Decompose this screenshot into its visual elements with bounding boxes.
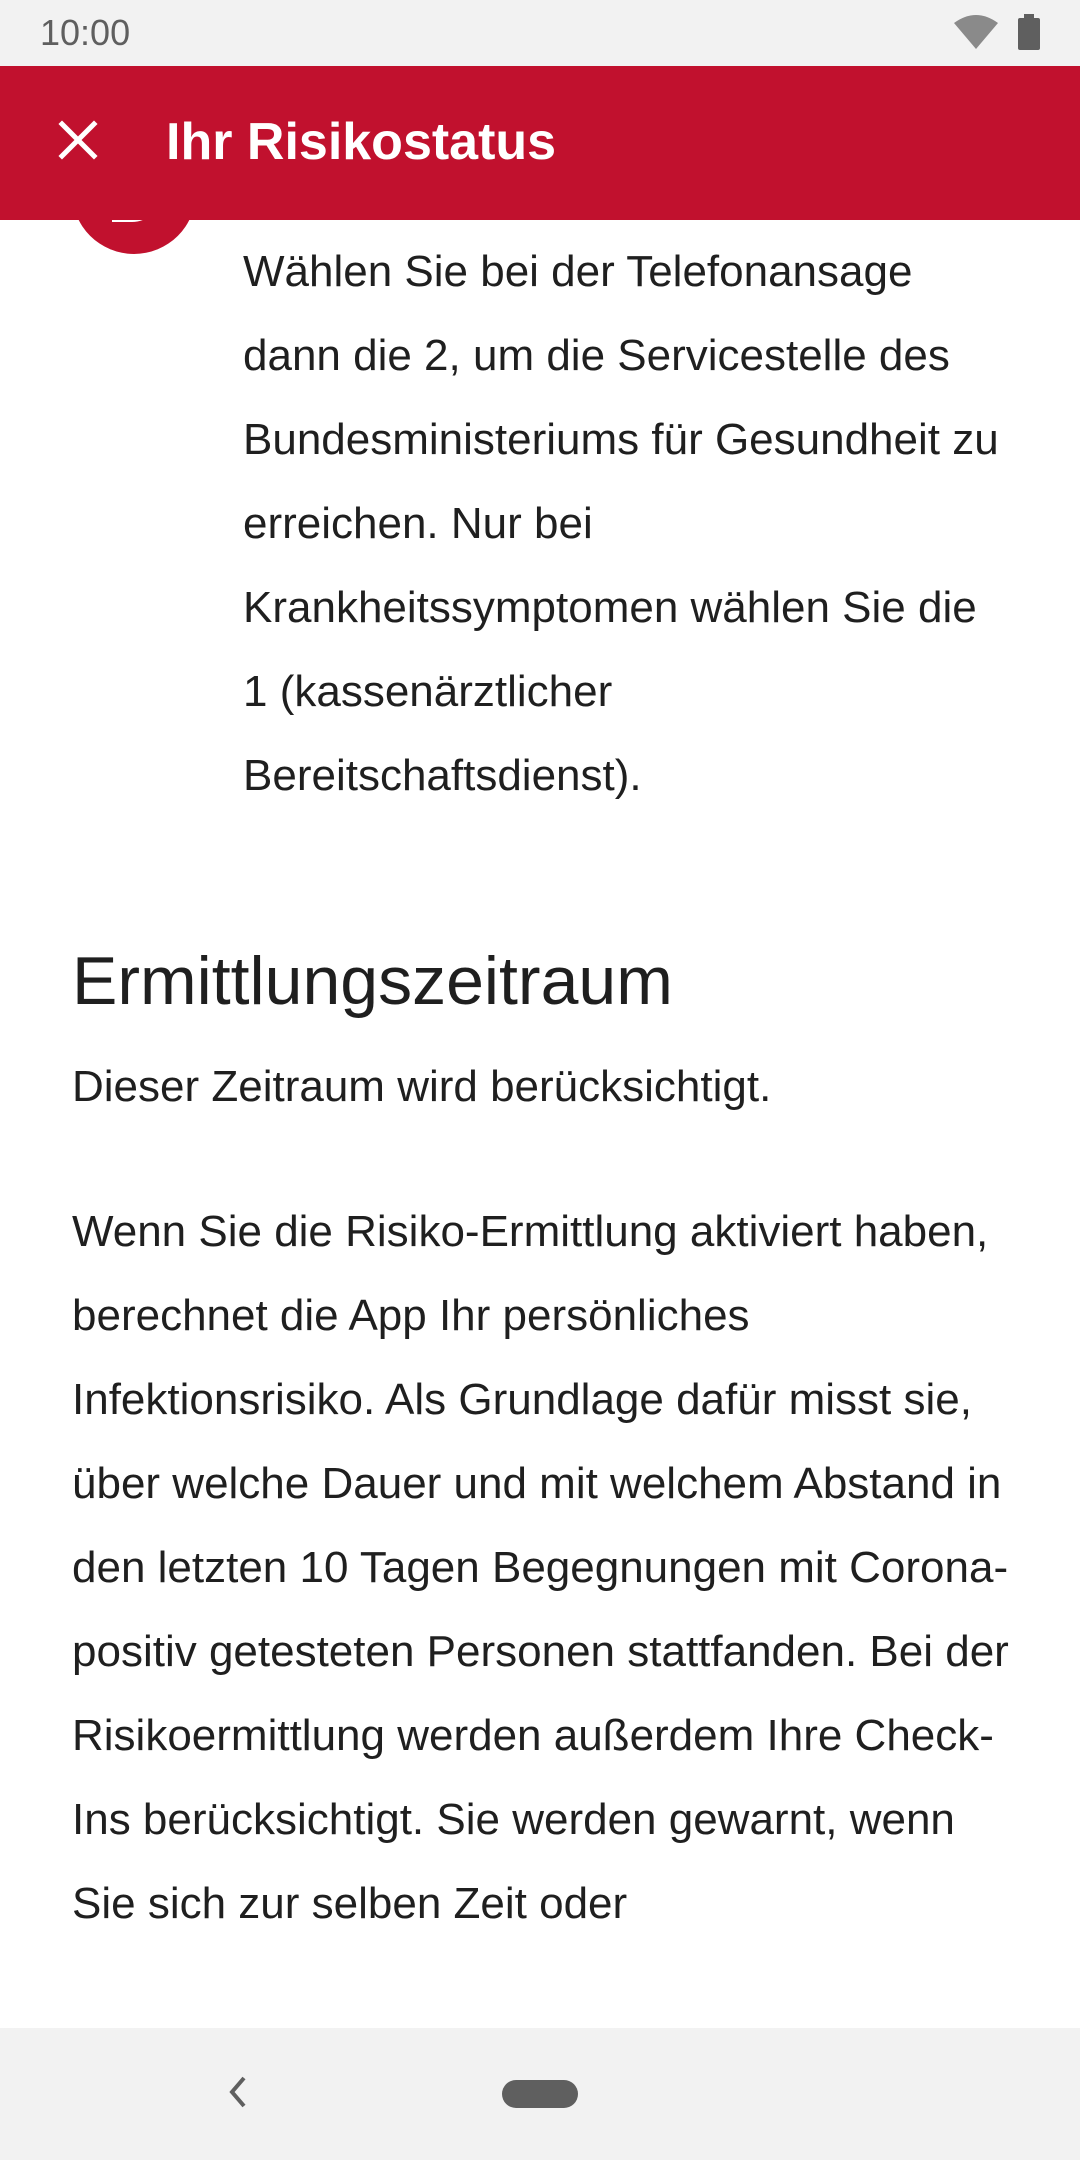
scroll-content[interactable]: Wählen Sie bei der Telefonansage dann di… [0, 220, 1080, 2028]
page-title: Ihr Risikostatus [166, 113, 557, 171]
battery-icon [1018, 13, 1040, 55]
close-button[interactable] [46, 110, 110, 174]
navigation-bar [0, 2028, 1080, 2160]
status-bar: 10:00 [0, 0, 1080, 66]
close-icon [58, 119, 98, 165]
home-pill-icon[interactable] [502, 2080, 578, 2108]
phone-icon [72, 220, 196, 254]
hotline-instructions: Wählen Sie bei der Telefonansage dann di… [243, 247, 999, 800]
app-bar: Ihr Risikostatus [0, 66, 1080, 220]
section-title: Ermittlungszeitraum [72, 943, 673, 1019]
status-icons [954, 13, 1040, 55]
back-chevron-icon [226, 2074, 250, 2115]
back-button[interactable] [212, 2068, 264, 2120]
status-time: 10:00 [40, 12, 131, 53]
section-subtitle: Dieser Zeitraum wird berücksichtigt. [72, 1062, 772, 1111]
section-body: Wenn Sie die Risiko-Ermittlung aktiviert… [72, 1207, 1009, 1928]
wifi-icon [954, 14, 998, 54]
